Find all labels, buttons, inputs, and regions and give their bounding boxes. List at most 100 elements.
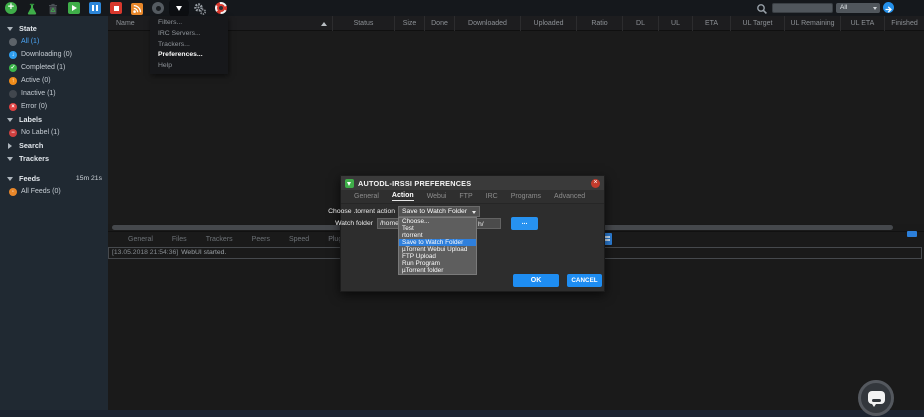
start-icon[interactable]: [68, 2, 80, 14]
flask-icon: [27, 3, 37, 15]
dialog-tab-ftp[interactable]: FTP: [459, 193, 472, 201]
dialog-tabs: General Action Webui FTP IRC Programs Ad…: [341, 190, 604, 204]
torrent-action-label: Choose .torrent action: [328, 208, 395, 215]
help-lifebuoy-icon[interactable]: [215, 2, 227, 14]
stop-icon[interactable]: [110, 2, 122, 14]
column-size[interactable]: Size: [395, 16, 425, 31]
torrent-table-header: Name Status Size Done Downloaded Uploade…: [108, 16, 924, 31]
menu-item-filters[interactable]: Filters...: [150, 18, 228, 29]
tab-peers[interactable]: Peers: [252, 236, 270, 243]
torrent-action-select[interactable]: Save to Watch Folder: [398, 206, 480, 217]
dialog-tab-webui[interactable]: Webui: [427, 193, 447, 201]
pause-icon[interactable]: [89, 2, 101, 14]
column-done[interactable]: Done: [425, 16, 455, 31]
chat-widget-button[interactable]: [858, 380, 894, 416]
chevron-down-icon: [7, 26, 13, 31]
option-run-program[interactable]: Run Program: [399, 260, 476, 267]
tab-trackers[interactable]: Trackers: [206, 236, 233, 243]
section-state[interactable]: State: [0, 22, 108, 35]
dialog-tab-advanced[interactable]: Advanced: [554, 193, 585, 201]
chevron-down-icon: [472, 210, 476, 214]
column-ul[interactable]: UL: [659, 16, 693, 31]
chevron-down-icon: [7, 117, 13, 122]
option-utorrent-folder[interactable]: µTorrent folder: [399, 267, 476, 274]
disc-icon[interactable]: [152, 2, 164, 14]
column-status[interactable]: Status: [333, 16, 395, 31]
option-ftp-upload[interactable]: FTP Upload: [399, 253, 476, 260]
remove-torrent-icon[interactable]: [47, 2, 59, 15]
column-ul-eta[interactable]: UL ETA: [841, 16, 885, 31]
add-torrent-icon[interactable]: [5, 1, 17, 14]
filter-completed[interactable]: ✓ Completed (1): [0, 61, 108, 74]
browse-button[interactable]: ...: [511, 217, 538, 230]
search-input[interactable]: [772, 3, 833, 13]
filter-all[interactable]: All (1): [0, 35, 108, 48]
action-dropdown-list: Choose... Test rtorrent Save to Watch Fo…: [398, 217, 477, 275]
tab-files[interactable]: Files: [172, 236, 187, 243]
create-torrent-icon[interactable]: [26, 2, 38, 15]
feeds-rss-icon: ◦: [9, 187, 17, 196]
section-feeds[interactable]: Feeds 15m 21s: [0, 172, 108, 185]
option-rtorrent[interactable]: rtorrent: [399, 232, 476, 239]
sidebar: State All (1) ↓ Downloading (0) ✓ Complete…: [0, 16, 108, 410]
watch-folder-value-end: h/: [478, 221, 484, 228]
filter-inactive[interactable]: Inactive (1): [0, 87, 108, 100]
column-downloaded[interactable]: Downloaded: [455, 16, 521, 31]
column-dl[interactable]: DL: [623, 16, 659, 31]
chevron-down-icon: [873, 6, 877, 10]
section-trackers[interactable]: Trackers: [0, 152, 108, 165]
sort-ascending-icon: [321, 21, 327, 26]
completed-status-icon: ✓: [9, 63, 17, 72]
menu-item-trackers[interactable]: Trackers...: [150, 40, 228, 51]
search-filter-select[interactable]: All: [836, 3, 880, 13]
chevron-down-icon: [7, 156, 13, 161]
option-choose[interactable]: Choose...: [399, 218, 476, 225]
error-status-icon: ×: [9, 102, 17, 111]
dialog-title-bar: AUTODL-IRSSI PREFERENCES ×: [341, 176, 604, 190]
blue-scrollbar-fragment[interactable]: [907, 231, 917, 237]
settings-gears-icon[interactable]: [194, 2, 207, 15]
menu-item-help[interactable]: Help: [150, 61, 228, 72]
filter-downloading[interactable]: ↓ Downloading (0): [0, 48, 108, 61]
search-filter-value: All: [840, 4, 848, 11]
autodl-irssi-icon[interactable]: [169, 0, 189, 18]
log-timestamp: [13.05.2018 21:54:36]: [112, 249, 179, 256]
dialog-tab-irc[interactable]: IRC: [486, 193, 498, 201]
column-ul-remaining[interactable]: UL Remaining: [785, 16, 841, 31]
cancel-button[interactable]: CANCEL: [567, 274, 602, 287]
filter-all-feeds[interactable]: ◦ All Feeds (0): [0, 185, 108, 198]
menu-item-preferences[interactable]: Preferences...: [150, 50, 228, 61]
column-finished[interactable]: Finished: [885, 16, 924, 31]
dialog-tab-programs[interactable]: Programs: [511, 193, 541, 201]
rss-icon[interactable]: [131, 2, 143, 15]
dialog-tab-general[interactable]: General: [354, 193, 379, 201]
filter-active[interactable]: ↑ Active (0): [0, 74, 108, 87]
dialog-title: AUTODL-IRSSI PREFERENCES: [358, 178, 472, 188]
inactive-status-icon: [9, 89, 17, 98]
toolbar: All: [0, 0, 924, 18]
watch-folder-label: Watch folder: [335, 220, 373, 227]
rutorrent-app: All Name Status Size Done Downloaded Upl…: [0, 0, 924, 417]
close-icon[interactable]: ×: [591, 179, 600, 188]
section-labels[interactable]: Labels: [0, 113, 108, 126]
column-uploaded[interactable]: Uploaded: [521, 16, 577, 31]
filter-no-label[interactable]: − No Label (1): [0, 126, 108, 139]
column-ratio[interactable]: Ratio: [577, 16, 623, 31]
menu-item-irc-servers[interactable]: IRC Servers...: [150, 29, 228, 40]
option-test[interactable]: Test: [399, 225, 476, 232]
column-ul-target[interactable]: UL Target: [731, 16, 785, 31]
section-search[interactable]: Search: [0, 139, 108, 152]
tab-general[interactable]: General: [128, 236, 153, 243]
search-go-button[interactable]: [883, 2, 894, 13]
feeds-timer: 15m 21s: [75, 175, 102, 182]
dialog-tab-action[interactable]: Action: [391, 192, 414, 201]
option-utorrent-webui-upload[interactable]: µTorrent Webui Upload: [399, 246, 476, 253]
option-save-to-watch-folder[interactable]: Save to Watch Folder: [399, 239, 476, 246]
chevron-right-icon: [8, 142, 12, 149]
torrent-action-value: Save to Watch Folder: [402, 208, 468, 215]
filter-error[interactable]: × Error (0): [0, 100, 108, 113]
ok-button[interactable]: OK: [513, 274, 559, 287]
tab-speed[interactable]: Speed: [289, 236, 309, 243]
active-status-icon: ↑: [9, 76, 17, 85]
column-eta[interactable]: ETA: [693, 16, 731, 31]
